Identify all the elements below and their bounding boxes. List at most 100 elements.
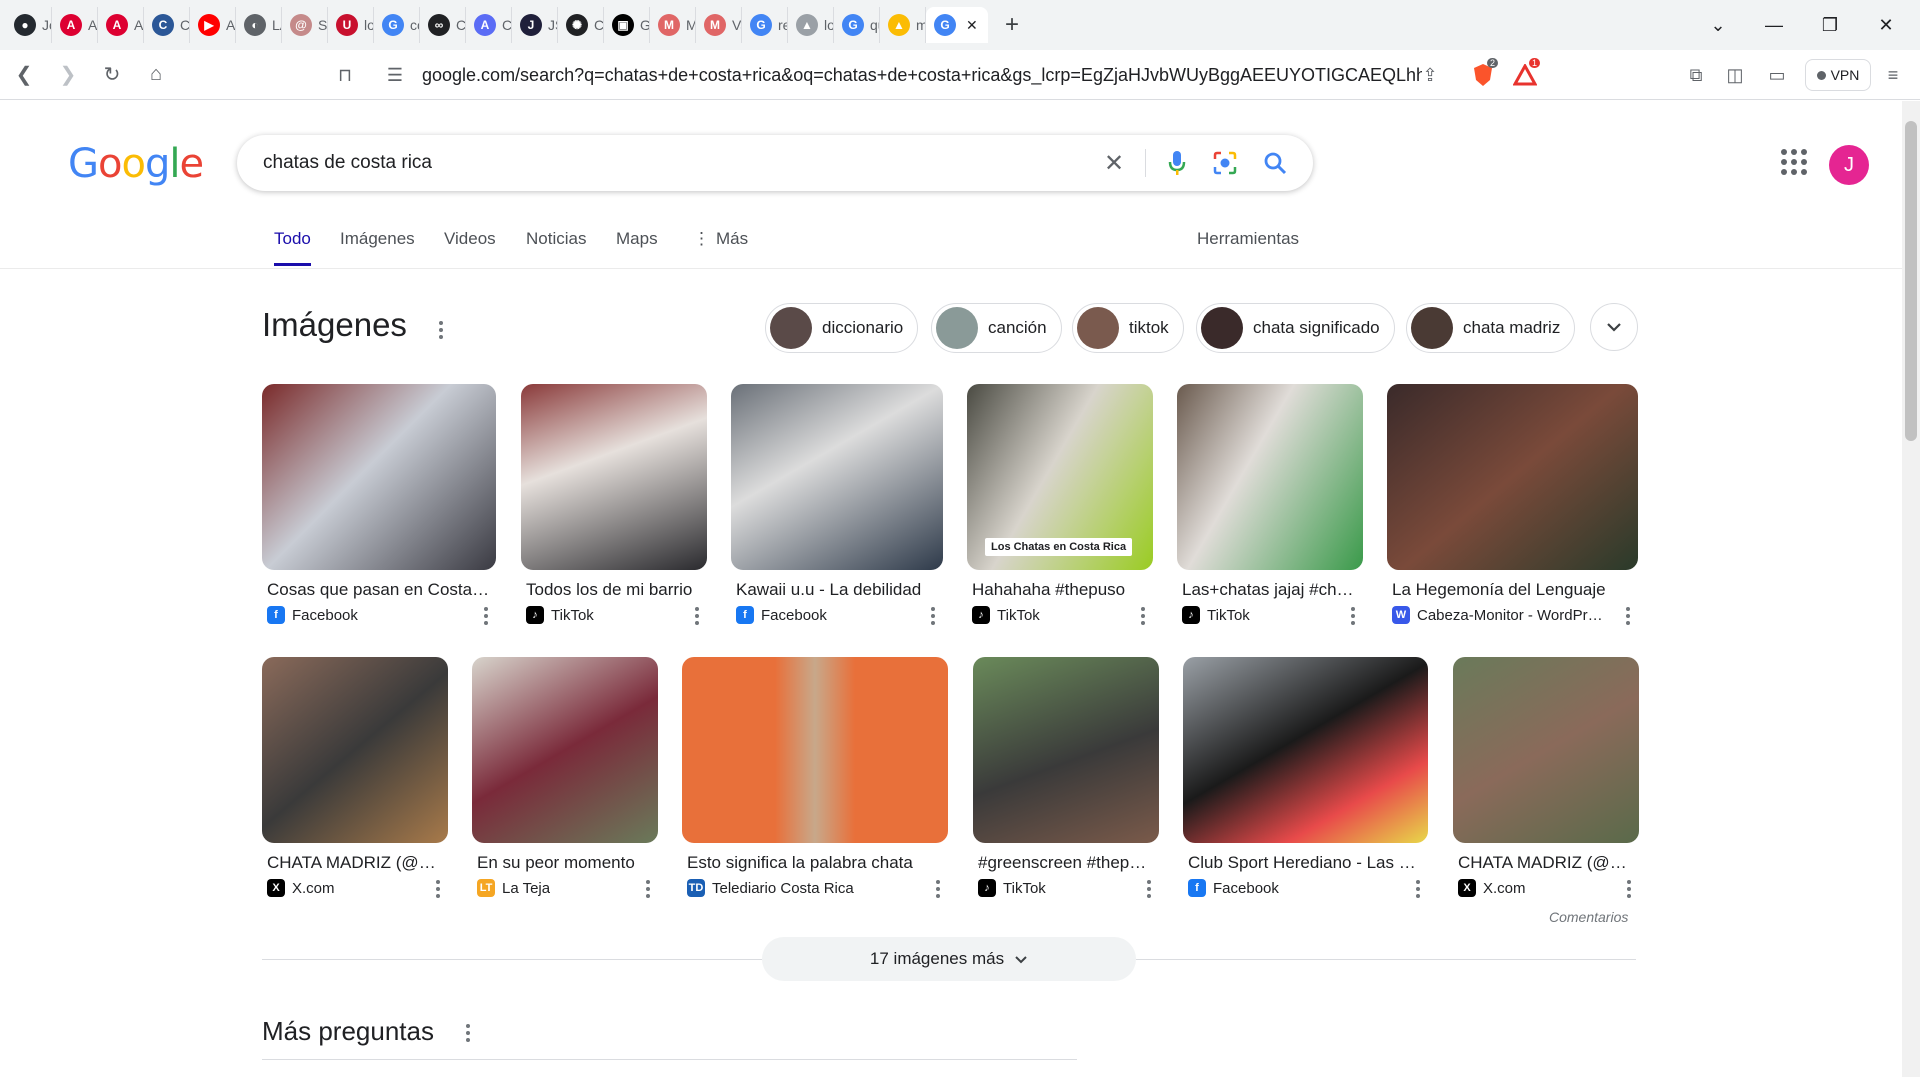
image-thumbnail[interactable] (472, 657, 658, 843)
tab-search-chevron-icon[interactable]: ⌄ (1690, 0, 1746, 50)
image-result-card[interactable]: Cosas que pasan en Costa Rica f Facebook (262, 384, 496, 625)
image-caption[interactable]: En su peor momento (472, 853, 658, 873)
tools-button[interactable]: Herramientas (1197, 229, 1299, 249)
image-result-card[interactable]: Los Chatas en Costa Rica Hahahaha #thepus… (967, 384, 1153, 625)
more-options-icon[interactable] (1133, 604, 1153, 628)
refine-chip[interactable]: chata madriz (1406, 303, 1576, 353)
more-options-icon[interactable] (638, 877, 658, 901)
extensions-icon[interactable]: ⧉ (1681, 60, 1711, 90)
more-options-icon[interactable] (1343, 604, 1363, 628)
home-icon[interactable]: ⌂ (136, 55, 176, 95)
close-tab-icon[interactable]: ✕ (966, 17, 978, 34)
browser-tab[interactable]: Gqu (834, 7, 880, 43)
more-options-icon[interactable] (687, 604, 707, 628)
image-caption[interactable]: La Hegemonía del Lenguaje (1387, 580, 1638, 600)
search-input[interactable]: chatas de costa rica (263, 152, 432, 174)
refine-chip[interactable]: canción (931, 303, 1062, 353)
image-caption[interactable]: CHATA MADRIZ (@chatamadriz) (1453, 853, 1639, 873)
more-options-icon[interactable] (1618, 604, 1638, 628)
image-result-card[interactable]: Esto significa la palabra chata TD Teledia… (682, 657, 948, 898)
paa-options-icon[interactable] (458, 1021, 478, 1045)
brave-shield-icon[interactable]: 2 (1468, 58, 1498, 90)
image-thumbnail[interactable] (521, 384, 707, 570)
google-apps-icon[interactable] (1781, 149, 1807, 175)
browser-tab[interactable]: J JSC (512, 7, 558, 43)
more-images-button[interactable]: 17 imágenes más (762, 937, 1136, 981)
new-tab-icon[interactable]: + (994, 7, 1030, 43)
browser-tab[interactable]: @ Sw (282, 7, 328, 43)
refine-chip[interactable]: diccionario (765, 303, 919, 353)
tab-imagenes[interactable]: Imágenes (340, 229, 415, 263)
browser-tab[interactable]: Grel (742, 7, 788, 43)
google-logo[interactable]: Google (68, 141, 204, 187)
browser-tab[interactable]: ▣ Ga (604, 7, 650, 43)
browser-tab-active[interactable]: G ✕ (926, 7, 988, 43)
refine-chip[interactable]: chata significado (1196, 303, 1395, 353)
browser-tab[interactable]: ▶ Ap (190, 7, 236, 43)
tab-maps[interactable]: Maps (616, 229, 658, 263)
browser-tab[interactable]: M Mi (650, 7, 696, 43)
image-thumbnail[interactable] (1387, 384, 1638, 570)
tab-mas[interactable]: ⋮ Más (693, 229, 748, 263)
image-thumbnail[interactable] (1453, 657, 1639, 843)
image-thumbnail[interactable] (682, 657, 948, 843)
more-options-icon[interactable] (1619, 877, 1639, 901)
image-thumbnail[interactable] (1177, 384, 1363, 570)
tab-videos[interactable]: Videos (444, 229, 496, 263)
image-caption[interactable]: #greenscreen #thepuso (973, 853, 1159, 873)
image-result-card[interactable]: Kawaii u.u - La debilidad f Facebook (731, 384, 943, 625)
image-thumbnail[interactable]: Los Chatas en Costa Rica (967, 384, 1153, 570)
image-caption[interactable]: Club Sport Herediano - Las chatas (1183, 853, 1428, 873)
browser-tab[interactable]: ▲ me (880, 7, 926, 43)
vpn-button[interactable]: VPN (1805, 59, 1871, 91)
image-thumbnail[interactable] (262, 384, 496, 570)
avatar[interactable]: J (1829, 145, 1869, 185)
microphone-icon[interactable] (1163, 149, 1191, 177)
page-scrollbar[interactable] (1902, 101, 1920, 1077)
bookmark-icon[interactable]: ⊓ (330, 60, 360, 90)
sidebar-icon[interactable]: ◫ (1720, 60, 1750, 90)
image-result-card[interactable]: La Hegemonía del Lenguaje W Cabeza-Monitor… (1387, 384, 1638, 625)
image-thumbnail[interactable] (973, 657, 1159, 843)
wallet-icon[interactable]: ▭ (1762, 60, 1792, 90)
image-result-card[interactable]: #greenscreen #thepuso ♪ TikTok (973, 657, 1159, 898)
more-options-icon[interactable] (428, 877, 448, 901)
site-settings-icon[interactable]: ☰ (380, 60, 410, 90)
more-options-icon[interactable] (476, 604, 496, 628)
image-result-card[interactable]: Las+chatas jajaj #chatas ♪ TikTok (1177, 384, 1363, 625)
image-thumbnail[interactable] (1183, 657, 1428, 843)
image-caption[interactable]: Las+chatas jajaj #chatas (1177, 580, 1363, 600)
browser-tab[interactable]: Uloc (328, 7, 374, 43)
refine-chip[interactable]: tiktok (1072, 303, 1184, 353)
image-result-card[interactable]: En su peor momento LT La Teja (472, 657, 658, 898)
restore-icon[interactable]: ❐ (1802, 0, 1858, 50)
scrollbar-thumb[interactable] (1905, 121, 1917, 441)
reload-icon[interactable]: ↻ (92, 55, 132, 95)
images-options-icon[interactable] (431, 318, 451, 342)
share-icon[interactable]: ⇪ (1415, 60, 1445, 90)
browser-tab[interactable]: A An (52, 7, 98, 43)
more-options-icon[interactable] (1408, 877, 1428, 901)
more-options-icon[interactable] (928, 877, 948, 901)
browser-tab[interactable]: A Cu (466, 7, 512, 43)
browser-tab[interactable]: ✺ Cre (558, 7, 604, 43)
tab-todo[interactable]: Todo (274, 229, 311, 266)
image-thumbnail[interactable] (262, 657, 448, 843)
image-result-card[interactable]: CHATA MADRIZ (@chatamadriz) X X.com (262, 657, 448, 898)
image-caption[interactable]: Cosas que pasan en Costa Rica (262, 580, 496, 600)
image-result-card[interactable]: Club Sport Herediano - Las chatas f Facebo… (1183, 657, 1428, 898)
brave-rewards-icon[interactable]: 1 (1510, 58, 1540, 90)
search-icon[interactable] (1261, 149, 1289, 177)
image-caption[interactable]: Kawaii u.u - La debilidad (731, 580, 943, 600)
google-lens-icon[interactable] (1211, 149, 1239, 177)
image-caption[interactable]: Todos los de mi barrio (521, 580, 707, 600)
clear-icon[interactable]: ✕ (1100, 149, 1128, 177)
minimize-icon[interactable]: — (1746, 0, 1802, 50)
browser-tab[interactable]: C Clo (144, 7, 190, 43)
browser-tab[interactable]: ∞ Cre (420, 7, 466, 43)
close-window-icon[interactable]: ✕ (1858, 0, 1914, 50)
tab-noticias[interactable]: Noticias (526, 229, 586, 263)
image-thumbnail[interactable] (731, 384, 943, 570)
browser-tab[interactable]: Gcor (374, 7, 420, 43)
browser-tab[interactable]: M Val (696, 7, 742, 43)
